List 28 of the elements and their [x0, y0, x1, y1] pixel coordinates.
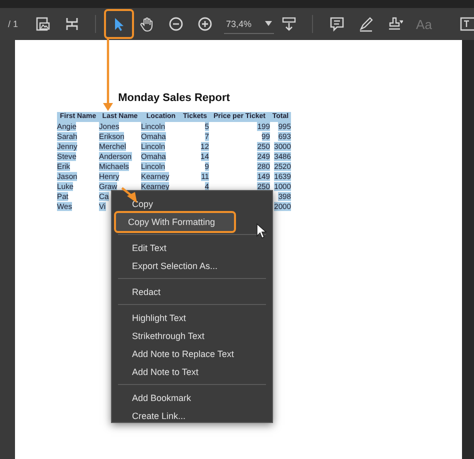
comment-icon: [329, 16, 345, 32]
zoom-field[interactable]: 73,4%: [224, 14, 274, 34]
menu-item[interactable]: Copy: [116, 195, 268, 213]
minus-circle-icon: [168, 16, 184, 32]
page-count: / 1: [8, 19, 20, 29]
report-title: Monday Sales Report: [117, 92, 231, 104]
plus-circle-icon: [197, 16, 213, 32]
menu-item[interactable]: Create Link...: [116, 407, 268, 425]
caret-icon: [265, 21, 272, 26]
stamp-icon: [387, 16, 403, 32]
menu-item[interactable]: Add Note to Text: [116, 363, 268, 381]
menu-item[interactable]: Edit Text: [116, 239, 268, 257]
hand-icon: [139, 16, 155, 32]
arrow: [121, 187, 137, 203]
image-page-icon: [35, 16, 51, 32]
menu-item[interactable]: Strikethrough Text: [116, 327, 268, 345]
scroll-down-icon: [281, 16, 297, 32]
text-box-icon[interactable]: [460, 16, 474, 32]
fit-page-icon: [64, 16, 80, 32]
pen-icon: [358, 16, 374, 32]
menu-item[interactable]: Add Bookmark: [116, 389, 268, 407]
mouse-cursor-icon: [256, 223, 268, 239]
menu-item[interactable]: Add Note to Replace Text: [116, 345, 268, 363]
menu-item[interactable]: Redact: [116, 283, 268, 301]
menu-item[interactable]: Export Selection As...: [116, 257, 268, 275]
menu-item[interactable]: Highlight Text: [116, 309, 268, 327]
select-tool-button[interactable]: [106, 11, 132, 37]
menu-item[interactable]: Copy With Formatting: [116, 213, 234, 231]
